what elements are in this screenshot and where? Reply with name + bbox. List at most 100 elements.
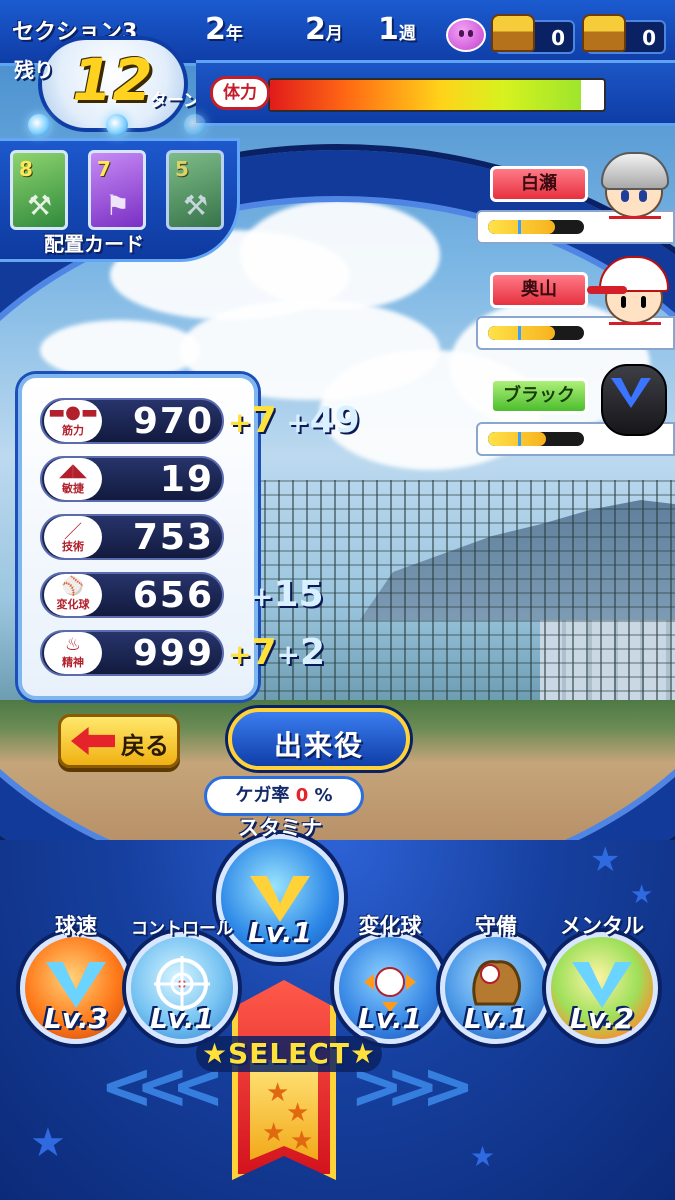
hair xyxy=(601,152,669,190)
lamp-icon xyxy=(106,114,128,136)
year-unit: 年 xyxy=(225,24,243,44)
baseball-cap xyxy=(587,256,669,294)
star-decoration: ★ xyxy=(590,840,621,880)
stamina-bar xyxy=(268,78,606,112)
placement-card-label: 配置カード xyxy=(44,232,144,256)
eye xyxy=(621,296,626,308)
star-icon: ★ xyxy=(290,1126,314,1156)
card-number: 8 xyxy=(19,157,33,181)
turns-remaining-label: 残り xyxy=(14,58,54,82)
stat-bonus-1: 7 xyxy=(251,400,277,441)
turn-count: 12 xyxy=(72,46,153,114)
stat-bonus: +7+2 xyxy=(228,632,326,673)
stat-row-agility: ◢◣ 敏捷 19 xyxy=(40,456,224,502)
baseball-icon: ⚾ xyxy=(61,576,85,597)
back-label: 戻る xyxy=(121,732,169,760)
training-level: Lv.3 xyxy=(44,1002,108,1035)
date-week: 1週 xyxy=(378,12,416,47)
star-decoration: ★ xyxy=(30,1120,66,1166)
dumbbell-icon: ⚒ xyxy=(27,189,53,222)
select-label[interactable]: ★SELECT★ xyxy=(196,1036,382,1072)
stat-bonus-2: 15 xyxy=(273,574,324,615)
training-level: Lv.1 xyxy=(464,1002,528,1035)
teammate-avatar-cap xyxy=(587,250,671,340)
stat-row-technique: ／ 技術 753 xyxy=(40,514,224,560)
week-unit: 週 xyxy=(398,24,416,44)
gauge-tick xyxy=(518,220,521,234)
stat-value: 19 xyxy=(159,459,214,500)
star-icon: ★ xyxy=(262,1118,286,1148)
card-number: 7 xyxy=(97,157,111,181)
stat-bonus: +7 +49 xyxy=(228,400,360,441)
teammate-avatar-silver-hair xyxy=(597,144,671,234)
teammate-gauge xyxy=(488,220,584,234)
teammate-gauge-fill xyxy=(488,220,556,234)
placement-card[interactable]: 8 ⚒ xyxy=(10,150,68,230)
year-value: 2 xyxy=(205,12,226,47)
training-mental[interactable]: メンタル Lv.2 xyxy=(546,910,658,1044)
stat-bonus-2: 49 xyxy=(309,400,360,441)
power-icon: ▬●▬ 筋力 xyxy=(44,400,102,442)
technique-icon: ／ 技術 xyxy=(44,516,102,558)
jersey xyxy=(609,216,661,234)
placement-card[interactable]: 5 ⚒ xyxy=(166,150,224,230)
injury-rate: ケガ率 0 % xyxy=(204,776,364,816)
lamp-icon xyxy=(184,114,206,136)
training-name: メンタル xyxy=(560,914,644,938)
teammate-gauge-fill xyxy=(488,432,546,446)
stat-label: 敏捷 xyxy=(62,482,84,495)
eye xyxy=(621,190,629,202)
chest-count: 0 xyxy=(551,26,565,50)
stat-row-breaking-ball: ⚾ 変化球 656 +15 xyxy=(40,572,324,618)
agility-icon: ◢◣ 敏捷 xyxy=(44,458,102,500)
star-icon: ★ xyxy=(286,1098,310,1128)
stat-label: 変化球 xyxy=(56,598,90,611)
training-level: Lv.2 xyxy=(570,1002,634,1035)
stat-value: 753 xyxy=(132,517,214,558)
month-value: 2 xyxy=(305,12,326,47)
treasure-chest-counter[interactable]: 0 xyxy=(491,14,575,54)
gauge-tick xyxy=(518,326,521,340)
teammate-okuyama[interactable]: 奥山 xyxy=(476,256,675,358)
star-decoration: ★ xyxy=(470,1140,496,1173)
dumbbell-icon: ⚒ xyxy=(183,189,209,222)
stat-bonus-2: 2 xyxy=(300,632,326,673)
stat-label: 精神 xyxy=(62,656,84,669)
month-unit: 月 xyxy=(325,24,343,44)
stamina-label: 体力 xyxy=(210,76,270,110)
training-control[interactable]: コントロール Lv.1 xyxy=(126,910,238,1044)
star-decoration: ★ xyxy=(630,880,654,910)
dumbbell-icon: ▬●▬ xyxy=(48,402,98,423)
eye xyxy=(641,296,646,308)
breaking-ball-icon: ⚾ 変化球 xyxy=(44,574,102,616)
date-month: 2月 xyxy=(305,12,343,47)
eye xyxy=(639,190,647,202)
jersey xyxy=(609,322,661,340)
teammate-name: 白瀬 xyxy=(490,166,588,202)
combo-button[interactable]: 出来役 xyxy=(228,708,410,770)
stat-value: 970 xyxy=(132,401,214,442)
flame-icon: ♨ xyxy=(64,634,82,655)
lamp-icon xyxy=(28,114,50,136)
stat-label: 技術 xyxy=(62,540,84,553)
mood-face-icon[interactable] xyxy=(446,18,486,52)
training-level: Lv.1 xyxy=(150,1002,214,1035)
teammate-gauge-fill xyxy=(488,326,556,340)
stat-row-spirit: ♨ 精神 999 +7+2 xyxy=(40,630,325,676)
placement-card[interactable]: 7 ⚑ xyxy=(88,150,146,230)
stat-label: 筋力 xyxy=(62,424,84,437)
stamina-fill xyxy=(270,80,581,110)
back-arrow-icon xyxy=(71,727,115,755)
combo-label: 出来役 xyxy=(273,729,364,762)
week-value: 1 xyxy=(378,12,399,47)
left-chevrons: <<< xyxy=(100,1050,225,1124)
spike-shoe-icon: ◢◣ xyxy=(59,460,87,481)
treasure-chest-counter[interactable]: 0 xyxy=(582,14,666,54)
teammate-name: 奥山 xyxy=(490,272,588,308)
teammate-black[interactable]: ブラック xyxy=(476,364,675,464)
chest-count: 0 xyxy=(642,26,656,50)
teammate-shirase[interactable]: 白瀬 xyxy=(476,152,675,252)
gauge-tick xyxy=(518,432,521,446)
turn-unit: ターン xyxy=(150,91,201,111)
back-button[interactable]: 戻る xyxy=(58,714,180,768)
